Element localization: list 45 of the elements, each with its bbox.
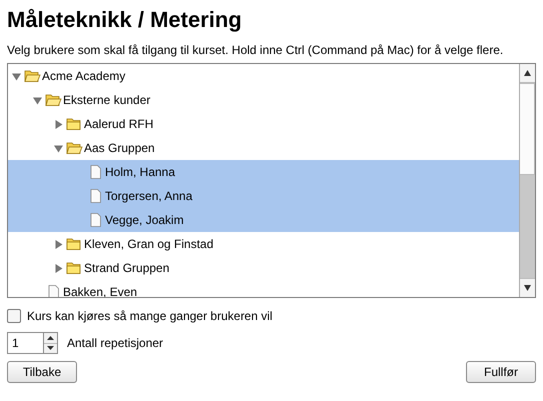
checkbox[interactable] xyxy=(7,309,21,323)
checkbox-label: Kurs kan kjøres så mange ganger brukeren vil xyxy=(27,309,272,323)
folder-icon xyxy=(66,141,83,155)
collapse-triangle-icon[interactable] xyxy=(12,72,21,80)
decrement-button[interactable] xyxy=(44,342,57,353)
tree-label: Torgersen, Anna xyxy=(105,189,192,203)
tree-row[interactable]: Aalerud RFH xyxy=(8,112,519,136)
back-button[interactable]: Tilbake xyxy=(7,361,77,383)
page-title: Måleteknikk / Metering xyxy=(7,6,243,34)
expand-triangle-icon[interactable] xyxy=(54,240,63,248)
instructions-text: Velg brukere som skal få tilgang til kurset. Hold inne Ctrl (Command på Mac) for å velge flere. xyxy=(7,43,504,58)
finish-button[interactable]: Fullfør xyxy=(466,361,536,383)
tree-label: Aalerud RFH xyxy=(84,117,154,131)
tree-row[interactable]: Eksterne kunder xyxy=(8,88,519,112)
tree-row[interactable]: Acme Academy xyxy=(8,64,519,88)
tree-row[interactable]: Kleven, Gran og Finstad xyxy=(8,232,519,256)
tree-label: Acme Academy xyxy=(42,69,126,83)
expand-triangle-icon[interactable] xyxy=(54,120,63,128)
tree-row[interactable]: Torgersen, Anna xyxy=(8,184,519,208)
scrollbar[interactable] xyxy=(519,64,535,297)
tree-row[interactable]: Holm, Hanna xyxy=(8,160,519,184)
tree-row[interactable]: Aas Gruppen xyxy=(8,136,519,160)
increment-button[interactable] xyxy=(44,333,57,342)
collapse-triangle-icon[interactable] xyxy=(33,96,42,104)
down-caret-icon xyxy=(47,346,54,350)
folder-icon xyxy=(24,69,41,83)
tree-label: Kleven, Gran og Finstad xyxy=(84,237,214,251)
tree-row[interactable]: Strand Gruppen xyxy=(8,256,519,280)
tree-label: Aas Gruppen xyxy=(84,141,155,155)
up-caret-icon xyxy=(47,336,54,340)
repetitions-field[interactable]: 1 xyxy=(7,332,43,354)
folder-icon xyxy=(45,93,62,107)
scroll-down-icon[interactable] xyxy=(524,285,531,291)
scroll-up-icon[interactable] xyxy=(524,70,531,76)
repetitions-label: Antall repetisjoner xyxy=(67,336,164,350)
tree-label: Vegge, Joakim xyxy=(105,213,184,227)
tree-row[interactable]: Vegge, Joakim xyxy=(8,208,519,232)
folder-icon xyxy=(66,261,83,275)
folder-icon xyxy=(66,117,83,131)
tree-label: Holm, Hanna xyxy=(105,165,176,179)
expand-triangle-icon[interactable] xyxy=(54,264,63,272)
tree-label: Eksterne kunder xyxy=(63,93,150,107)
folder-icon xyxy=(66,237,83,251)
tree-label: Strand Gruppen xyxy=(84,261,170,275)
collapse-triangle-icon[interactable] xyxy=(54,144,63,152)
